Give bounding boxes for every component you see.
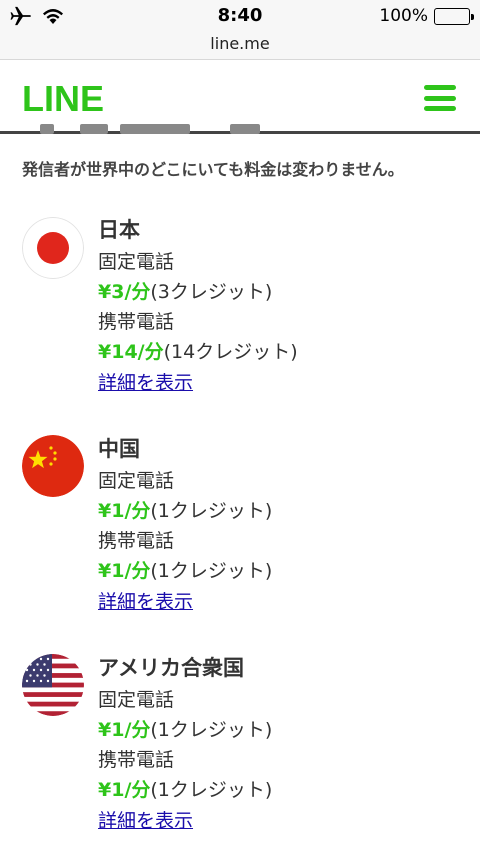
intro-text: 発信者が世界中のどこにいても料金は変わりません。 [22, 160, 404, 179]
show-details-link[interactable]: 詳細を表示 [98, 805, 193, 837]
mobile-price: ¥1/分 [98, 779, 151, 801]
show-details-link[interactable]: 詳細を表示 [98, 586, 193, 618]
mobile-label: 携帯電話 [98, 749, 175, 771]
show-details-link[interactable]: 詳細を表示 [98, 367, 193, 399]
mobile-label: 携帯電話 [98, 311, 175, 333]
landline-credits: (1クレジット) [150, 500, 273, 522]
landline-rate: ¥1/分(1クレジット) [98, 715, 272, 745]
country-name: アメリカ合衆国 [98, 656, 244, 680]
mobile-credits: (1クレジット) [150, 779, 273, 801]
battery-percent: 100% [379, 6, 428, 26]
landline-label: 固定電話 [98, 470, 175, 492]
china-flag-icon [22, 435, 84, 497]
mobile-credits: (14クレジット) [163, 341, 298, 363]
landline-price: ¥1/分 [98, 500, 151, 522]
status-bar: 8:40 100% [0, 0, 480, 34]
country-info: 中国 固定電話 ¥1/分(1クレジット) 携帯電話 ¥1/分(1クレジット) 詳… [98, 432, 272, 618]
mobile-rate: ¥1/分(1クレジット) [98, 775, 272, 805]
scrolled-heading-remnant [40, 112, 270, 134]
mobile-credits: (1クレジット) [150, 560, 273, 582]
mobile-rate: ¥14/分(14クレジット) [98, 337, 298, 367]
country-name: 中国 [98, 437, 140, 461]
landline-price: ¥3/分 [98, 281, 151, 303]
url-bar[interactable]: line.me [0, 34, 480, 60]
landline-credits: (3クレジット) [150, 281, 273, 303]
country-info: アメリカ合衆国 固定電話 ¥1/分(1クレジット) 携帯電話 ¥1/分(1クレジ… [98, 651, 272, 837]
landline-rate: ¥3/分(3クレジット) [98, 277, 298, 307]
battery-icon [434, 7, 474, 25]
landline-credits: (1クレジット) [150, 719, 273, 741]
japan-flag-icon [22, 217, 84, 279]
mobile-label: 携帯電話 [98, 530, 175, 552]
country-info: 日本 固定電話 ¥3/分(3クレジット) 携帯電話 ¥14/分(14クレジット)… [98, 213, 298, 399]
landline-price: ¥1/分 [98, 719, 151, 741]
mobile-rate: ¥1/分(1クレジット) [98, 556, 272, 586]
mobile-price: ¥1/分 [98, 560, 151, 582]
landline-label: 固定電話 [98, 689, 175, 711]
landline-label: 固定電話 [98, 251, 175, 273]
status-right: 100% [379, 6, 474, 26]
usa-flag-icon [22, 654, 84, 716]
landline-rate: ¥1/分(1クレジット) [98, 496, 272, 526]
country-name: 日本 [98, 218, 140, 242]
mobile-price: ¥14/分 [98, 341, 164, 363]
hamburger-menu-icon[interactable] [424, 85, 456, 111]
